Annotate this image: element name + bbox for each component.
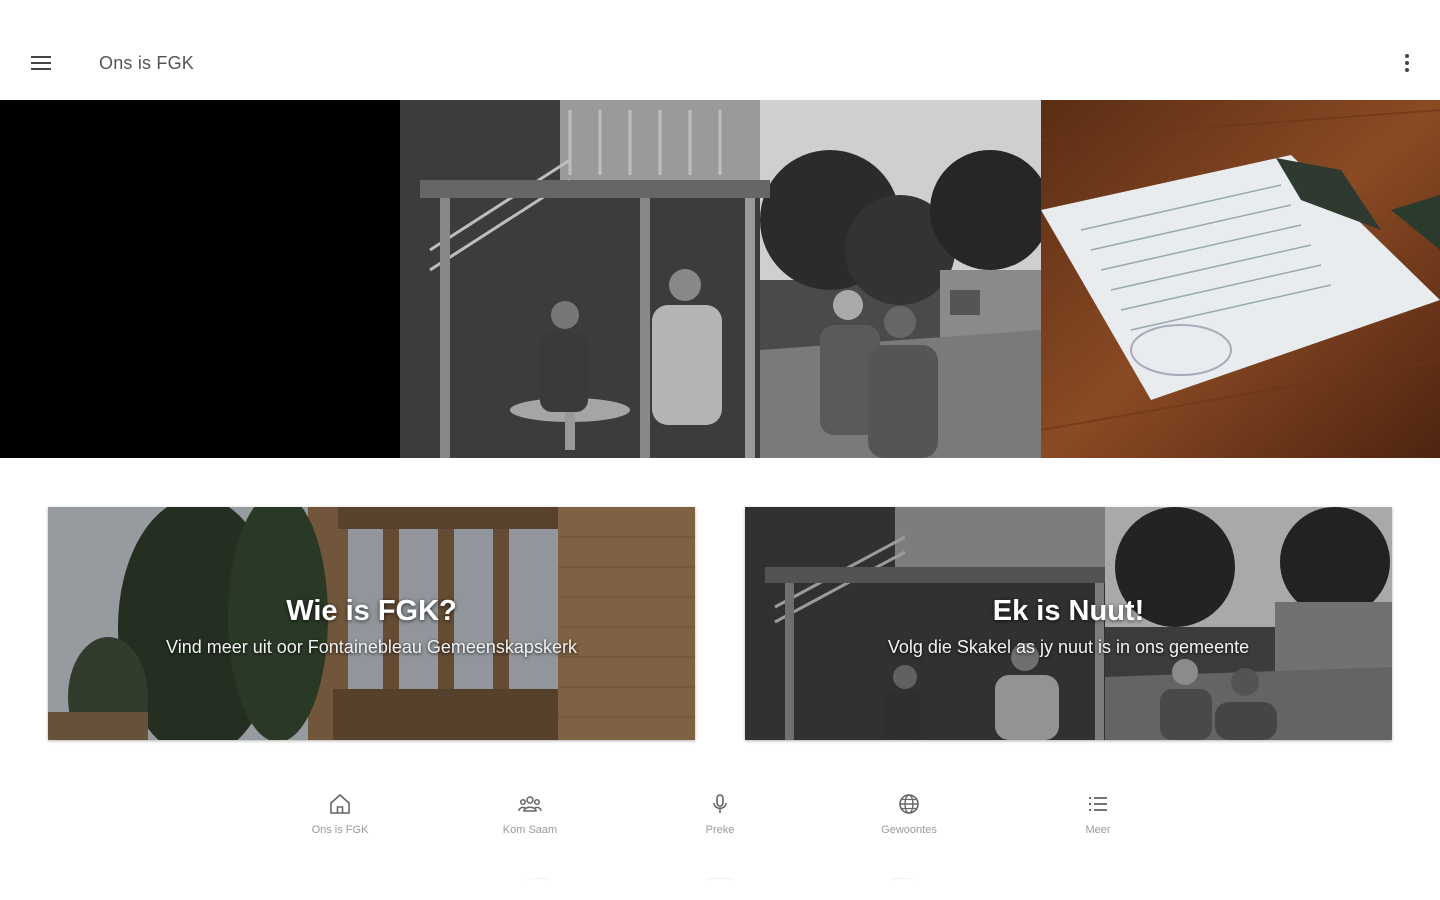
hamburger-menu-icon [31, 56, 51, 70]
divider [706, 878, 734, 884]
hamburger-menu-button[interactable] [22, 44, 60, 82]
card-ek-is-nuut[interactable]: Ek is Nuut! Volg die Skakel as jy nuut i… [745, 507, 1392, 740]
nav-item-label: Gewoontes [881, 824, 937, 836]
app-title: Ons is FGK [99, 53, 195, 73]
nav-item-label: Ons is FGK [311, 824, 369, 836]
card-subtitle: Vind meer uit oor Fontainebleau Gemeensk… [166, 637, 577, 657]
app-bar: Ons is FGK [0, 0, 1440, 100]
group-icon [518, 796, 542, 812]
microphone-icon [713, 794, 727, 813]
people-photo-image [400, 100, 1041, 458]
card-title: Ek is Nuut! [992, 595, 1145, 627]
nav-item-gewoontes[interactable]: Gewoontes [849, 792, 969, 848]
divider [525, 878, 549, 884]
home-icon [330, 793, 350, 814]
more-vert-button[interactable] [1392, 44, 1422, 82]
bottom-navigation: Ons is FGK Kom Saam Preke Gewoontes Meer [0, 780, 1440, 860]
nav-item-label: Kom Saam [502, 824, 558, 836]
divider [890, 878, 916, 884]
card-title: Wie is FGK? [286, 595, 457, 627]
card-subtitle: Volg die Skakel as jy nuut is in ons gem… [887, 637, 1250, 657]
more-vert-icon [1405, 54, 1409, 58]
carousel-slide-programme[interactable] [1041, 100, 1440, 458]
nav-item-label: Preke [705, 824, 735, 836]
carousel-slide-black[interactable] [0, 100, 400, 458]
nav-item-meer[interactable]: Meer [1038, 792, 1158, 848]
nav-item-label: Meer [1085, 824, 1111, 836]
nav-item-preke[interactable]: Preke [660, 792, 780, 848]
nav-item-ons-is-fgk[interactable]: Ons is FGK [280, 792, 400, 848]
carousel-slide-people[interactable] [400, 100, 1041, 458]
programme-photo-image [1041, 100, 1440, 458]
image-carousel[interactable] [0, 100, 1440, 458]
globe-icon [899, 794, 919, 814]
nav-item-kom-saam[interactable]: Kom Saam [470, 792, 590, 848]
card-wie-is-fgk[interactable]: Wie is FGK? Vind meer uit oor Fontainebl… [48, 507, 695, 740]
list-icon [1089, 797, 1107, 811]
